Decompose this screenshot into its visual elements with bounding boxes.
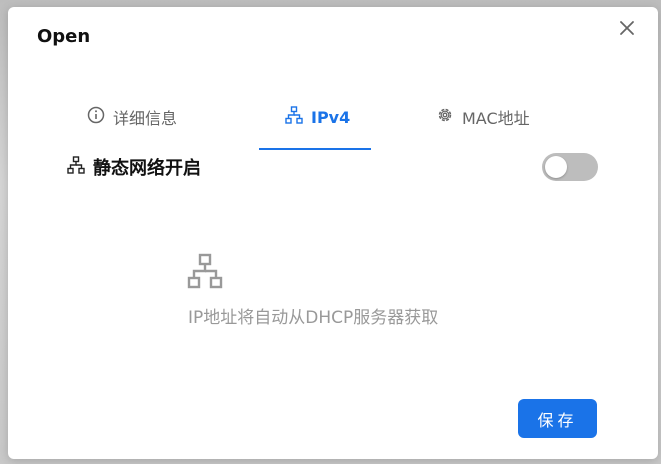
static-network-label: 静态网络开启: [93, 158, 201, 179]
tab-details[interactable]: 详细信息: [87, 101, 177, 133]
tab-mac-label: MAC地址: [462, 109, 530, 128]
tab-ipv4[interactable]: IPv4: [285, 101, 350, 133]
tab-ipv4-label: IPv4: [311, 107, 351, 127]
dhcp-message: IP地址将自动从DHCP服务器获取: [188, 308, 439, 328]
static-network-toggle[interactable]: [542, 153, 598, 181]
static-network-row: 静态网络开启: [67, 154, 201, 180]
dialog-title: Open: [37, 26, 91, 47]
active-tab-indicator: [259, 148, 371, 150]
info-icon: [87, 106, 105, 128]
network-icon: [285, 106, 303, 128]
toggle-knob: [545, 156, 567, 178]
network-dialog: Open 详细信息 IPv4 MAC地址 静态网络开启 IP地址将自动从DHCP…: [8, 7, 658, 459]
tab-details-label: 详细信息: [113, 109, 178, 128]
tab-bar: 详细信息 IPv4 MAC地址: [8, 101, 658, 153]
tab-mac[interactable]: MAC地址: [436, 101, 530, 133]
gear-icon: [436, 106, 454, 128]
network-icon: [67, 155, 85, 179]
close-icon[interactable]: [616, 17, 638, 39]
save-button[interactable]: 保存: [518, 399, 597, 438]
network-icon: [187, 253, 223, 289]
